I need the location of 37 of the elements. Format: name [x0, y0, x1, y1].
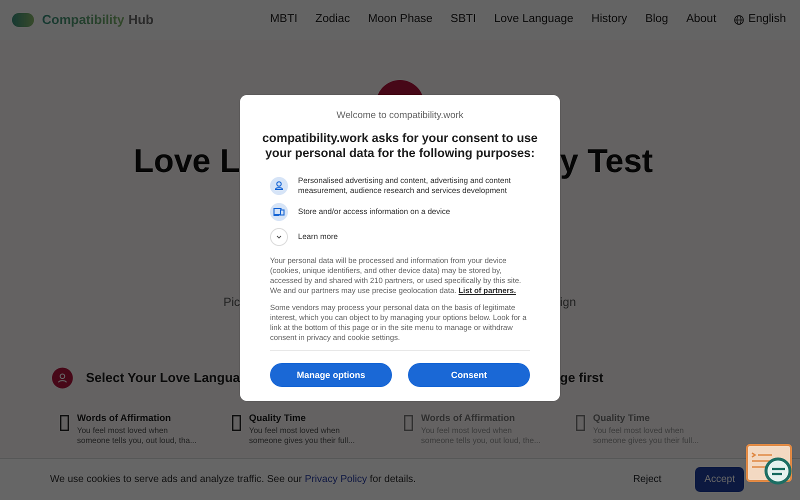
globe-icon — [734, 15, 744, 25]
person-icon — [270, 177, 288, 196]
card-description: You feel most loved when someone tells you, out loud, tha... — [77, 426, 197, 446]
placeholder-icon — [60, 414, 69, 430]
nav-link[interactable]: SBTI — [450, 11, 476, 29]
person-icon — [52, 366, 73, 390]
language-selector[interactable]: English — [734, 11, 786, 29]
chat-widget-icon[interactable] — [746, 444, 792, 486]
card-description: You feel most loved when someone gives you their full... — [249, 426, 356, 446]
nav-link[interactable]: MBTI — [270, 11, 298, 29]
privacy-policy-link[interactable]: Privacy Policy — [304, 474, 368, 485]
card-title: Quality Time — [249, 412, 307, 426]
card-title: Words of Affirmation — [77, 412, 172, 426]
placeholder-icon — [232, 414, 241, 430]
nav-link[interactable]: Moon Phase — [368, 11, 433, 29]
consent-button[interactable]: Consent — [408, 363, 530, 388]
page-title: Love L — [134, 142, 240, 179]
love-language-card[interactable]: Words of Affirmation You feel most loved when someone tells you, out loud, tha... — [60, 412, 232, 446]
logo-icon — [12, 13, 34, 27]
dialog-title: compatibility.work asks for your consent to use your personal data for the following purposes: — [261, 131, 539, 162]
nav-link[interactable]: Blog — [645, 11, 668, 29]
nav-link[interactable]: Love Language — [494, 11, 574, 29]
cookie-notice: We use cookies to serve ads and analyze traffic. See our Privacy Policy for details. — [50, 473, 416, 487]
page-title: y Test — [560, 142, 653, 179]
device-icon — [270, 203, 288, 222]
love-language-card[interactable]: Quality Time You feel most loved when someone gives you their full... — [232, 412, 404, 446]
accept-button[interactable]: Accept — [695, 467, 744, 492]
nav-link[interactable]: About — [686, 11, 716, 29]
manage-options-button[interactable]: Manage options — [270, 363, 392, 388]
section-heading: ge first — [560, 370, 604, 384]
nav-link[interactable]: Zodiac — [315, 11, 350, 29]
reject-button[interactable]: Reject — [621, 467, 674, 492]
subtitle-text: Pic — [223, 294, 240, 308]
section-heading: Select Your Love Langua — [86, 368, 240, 387]
nav-link[interactable]: History — [591, 11, 628, 29]
subtitle-text: ign — [560, 294, 576, 308]
dialog-subtitle: Welcome to compatibility.work — [336, 109, 464, 123]
